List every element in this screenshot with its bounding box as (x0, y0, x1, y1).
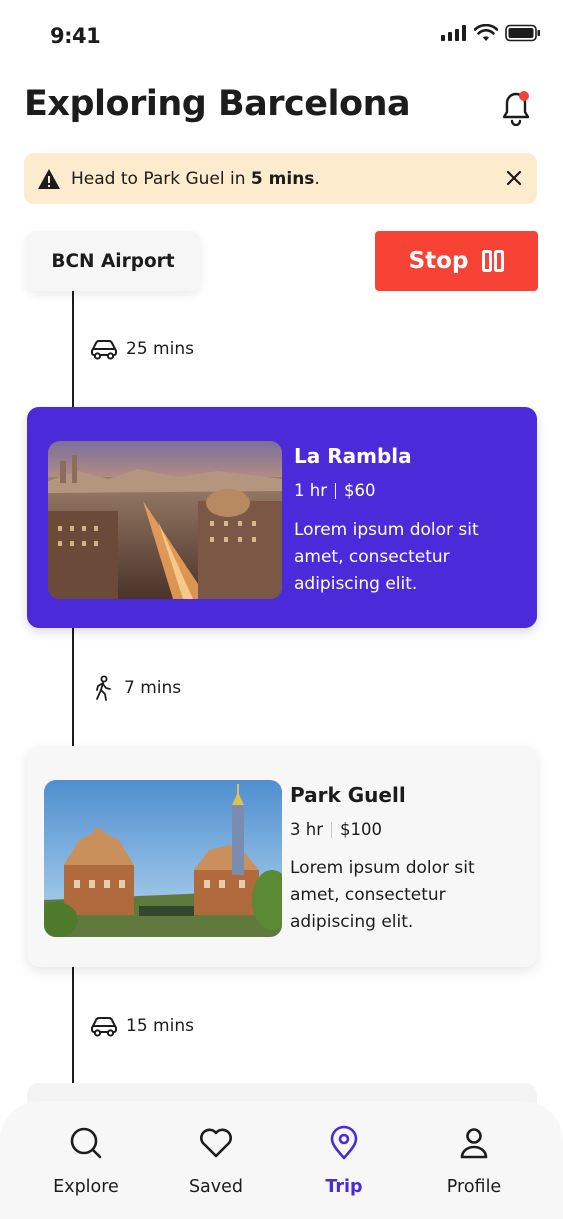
stop-description: Lorem ipsum dolor sit amet, consectetur … (294, 520, 479, 594)
close-icon[interactable] (505, 169, 523, 187)
stop-name: Park Guell (290, 783, 406, 807)
alert-banner: Head to Park Guel in 5 mins. (24, 153, 537, 204)
battery-icon (505, 24, 540, 42)
status-time: 9:41 (50, 24, 101, 48)
nav-explore[interactable]: Explore (36, 1125, 136, 1197)
bottom-nav: Explore Saved Trip Profile (0, 1101, 563, 1219)
stop-button[interactable]: Stop (375, 231, 538, 291)
meta-divider (334, 482, 336, 499)
wifi-icon (474, 24, 498, 41)
stop-description: Lorem ipsum dolor sit amet, consectetur … (290, 858, 475, 932)
page-title: Exploring Barcelona (24, 84, 411, 124)
leg-duration: 7 mins (124, 678, 182, 698)
nav-label-explore: Explore (53, 1177, 119, 1197)
warning-icon (38, 168, 60, 189)
user-icon (460, 1128, 488, 1159)
notification-dot (519, 91, 529, 101)
nav-label-trip: Trip (325, 1177, 363, 1197)
leg-car: 15 mins (90, 1015, 194, 1037)
alert-text-suffix: . (314, 168, 320, 189)
stop-duration: 1 hr (294, 481, 327, 500)
alert-text-bold: 5 mins (250, 168, 315, 189)
nav-trip[interactable]: Trip (294, 1125, 394, 1197)
stop-meta: 3 hr $100 (290, 820, 382, 839)
heart-icon (200, 1128, 232, 1158)
city-photo-illustration (48, 441, 282, 599)
stop-name: La Rambla (294, 444, 412, 468)
search-icon (70, 1127, 102, 1159)
stop-duration: 3 hr (290, 820, 323, 839)
status-icons (441, 24, 541, 42)
nav-profile[interactable]: Profile (424, 1125, 524, 1197)
leg-duration: 15 mins (126, 1016, 194, 1036)
nav-saved[interactable]: Saved (166, 1125, 266, 1197)
origin-chip[interactable]: BCN Airport (26, 231, 200, 291)
signal-icon (441, 25, 466, 41)
stop-price: $100 (339, 820, 382, 839)
nav-label-profile: Profile (446, 1177, 502, 1197)
stop-card-park-guell[interactable]: Park Guell 3 hr $100 Lorem ipsum dolor s… (27, 746, 537, 967)
meta-divider (330, 821, 332, 838)
park-photo-illustration (44, 780, 282, 937)
status-bar: 9:41 (0, 0, 563, 72)
stop-button-label: Stop (408, 248, 469, 274)
la-rambla-photo (48, 441, 282, 599)
alert-text: Head to Park Guel in 5 mins. (71, 169, 320, 189)
timeline-line (72, 291, 74, 407)
car-icon (91, 1017, 117, 1037)
park-guell-photo (44, 780, 282, 937)
car-icon (91, 340, 117, 360)
leg-duration: 25 mins (126, 339, 194, 359)
leg-walk: 7 mins (90, 675, 181, 701)
timeline-line (72, 967, 74, 1085)
timeline-line (72, 628, 74, 746)
leg-car: 25 mins (90, 338, 194, 360)
stop-meta: 1 hr $60 (294, 481, 375, 500)
walking-icon (96, 675, 111, 701)
stop-card-la-rambla[interactable]: La Rambla 1 hr $60 Lorem ipsum dolor sit… (27, 407, 537, 628)
nav-label-saved: Saved (188, 1177, 244, 1197)
stop-price: $60 (343, 481, 376, 500)
pause-icon (482, 250, 505, 272)
location-pin-icon (330, 1125, 358, 1160)
alert-text-prefix: Head to Park Guel in (71, 168, 251, 189)
bell-icon[interactable] (498, 88, 534, 126)
